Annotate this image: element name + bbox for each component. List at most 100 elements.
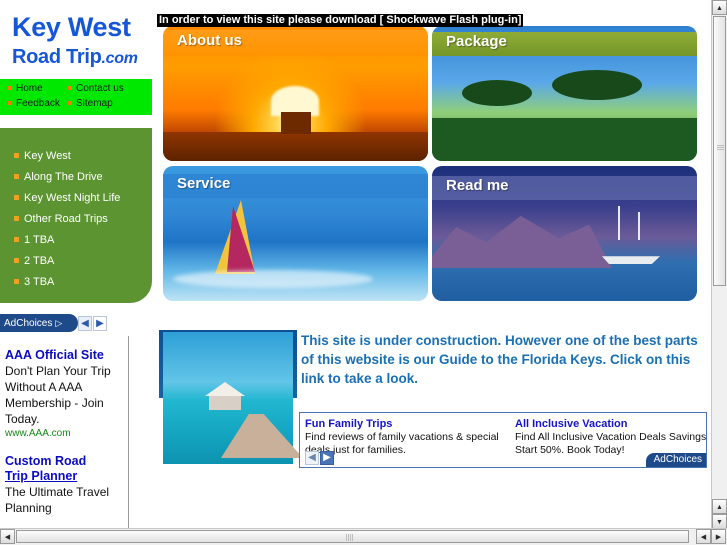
boat-mast-graphic (638, 212, 640, 240)
sidebar-item-other-road-trips[interactable]: Other Road Trips (14, 213, 108, 225)
hut-roof-graphic (205, 382, 245, 396)
sidebar-item-along-the-drive[interactable]: Along The Drive (14, 171, 103, 183)
tile-about-us-label: About us (177, 32, 242, 49)
side-ad-2-title-line-1[interactable]: Custom Road (5, 454, 127, 469)
grip-icon (717, 145, 724, 150)
nav-item-feedback-label: Feedback (16, 98, 60, 109)
nav-item-home-label: Home (16, 83, 43, 94)
sidebar-menu: Key West Along The Drive Key West Night … (0, 128, 152, 303)
hut-graphic (209, 394, 241, 410)
sidebar-item-key-west[interactable]: Key West (14, 150, 71, 162)
bullet-icon (8, 101, 12, 105)
vertical-scrollbar[interactable]: ▲ ▲ ▼ (711, 0, 727, 530)
pier-photo (163, 332, 303, 464)
intro-paragraph: This site is under construction. However… (301, 333, 698, 386)
nav-item-sitemap[interactable]: Sitemap (68, 98, 113, 109)
main-content: In order to view this site please downlo… (155, 0, 712, 528)
bullet-icon (14, 195, 19, 200)
scroll-up-button[interactable]: ▲ (712, 0, 727, 15)
sea-band-graphic (163, 132, 428, 161)
bullet-icon (14, 216, 19, 221)
tile-package[interactable]: Package (432, 26, 697, 161)
bullet-icon (14, 174, 19, 179)
nav-item-contact-us[interactable]: Contact us (68, 83, 124, 94)
nav-item-home[interactable]: Home (8, 83, 43, 94)
side-ad-header: AdChoices ▷ ◀ ▶ (0, 314, 152, 332)
nav-item-contact-us-label: Contact us (76, 83, 124, 94)
horizontal-scrollbar[interactable]: ◀ ◀ ▶ (0, 528, 727, 545)
bottom-ad-right[interactable]: All Inclusive Vacation Find All Inclusiv… (515, 417, 706, 457)
site-logo[interactable]: Key West Road Trip.com (0, 8, 152, 78)
side-ad-prev-button[interactable]: ◀ (78, 316, 92, 331)
vertical-scroll-thumb[interactable] (713, 16, 726, 286)
sidebar-item-key-west-night-life[interactable]: Key West Night Life (14, 192, 120, 204)
sidebar-item-label: 1 TBA (24, 234, 55, 246)
grip-icon (346, 534, 354, 541)
bottom-ad-next-button[interactable]: ▶ (320, 451, 334, 465)
sidebar-item-label: Key West Night Life (24, 192, 121, 204)
sidebar-item-label: 3 TBA (24, 276, 55, 288)
logo-line-1: Key West (12, 12, 131, 42)
side-ad-2[interactable]: Custom Road Trip Planner The Ultimate Tr… (5, 454, 127, 516)
sidebar-item-label: Other Road Trips (24, 213, 108, 225)
flash-plugin-notice[interactable]: In order to view this site please downlo… (157, 14, 524, 27)
nav-item-feedback[interactable]: Feedback (8, 98, 60, 109)
palm-graphic (552, 70, 642, 100)
side-ad-2-body: The Ultimate Travel Planning (5, 485, 110, 515)
sidebar-item-2-tba[interactable]: 2 TBA (14, 255, 54, 267)
side-ad-1-title[interactable]: AAA Official Site (5, 348, 127, 363)
sidebar-item-label: Key West (24, 150, 71, 162)
mountain-graphic (432, 215, 612, 268)
side-ad-1-body: Don't Plan Your Trip Without A AAA Membe… (5, 364, 111, 426)
windsurf-sail-graphic (227, 206, 255, 272)
tile-about-us[interactable]: About us (163, 26, 428, 161)
nav-item-sitemap-label: Sitemap (76, 98, 113, 109)
bottom-ad-nav: ◀ ▶ (305, 451, 334, 467)
side-ad-2-title-line-2[interactable]: Trip Planner (5, 469, 127, 484)
tile-read-me[interactable]: Read me (432, 166, 697, 301)
boat-mast-graphic (618, 206, 620, 240)
bullet-icon (14, 258, 19, 263)
tile-service-label: Service (177, 175, 231, 192)
horizontal-scroll-thumb[interactable] (16, 530, 689, 543)
scroll-up-button-lower[interactable]: ▲ (712, 499, 727, 514)
adchoices-tab[interactable]: AdChoices ▷ (0, 314, 78, 332)
castle-silhouette (281, 112, 311, 134)
top-nav-bar: Home Contact us Feedback Sitemap (0, 79, 152, 115)
tile-service[interactable]: Service (163, 166, 428, 301)
scroll-down-button[interactable]: ▼ (712, 514, 727, 529)
bullet-icon (68, 101, 72, 105)
tile-read-me-label: Read me (446, 177, 509, 194)
side-ad-1-url: www.AAA.com (5, 428, 71, 439)
sidebar-item-3-tba[interactable]: 3 TBA (14, 276, 54, 288)
bottom-ad-left-title[interactable]: Fun Family Trips (305, 417, 510, 431)
water-wake-graphic (173, 270, 373, 288)
bottom-ad-prev-button[interactable]: ◀ (305, 451, 319, 465)
sidebar-item-label: Along The Drive (24, 171, 103, 183)
scroll-left-button-right-group[interactable]: ◀ (696, 529, 711, 544)
triangle-icon: ▷ (55, 318, 63, 328)
bottom-ad-adchoices-badge[interactable]: AdChoices (645, 453, 706, 467)
side-ad-1[interactable]: AAA Official Site Don't Plan Your Trip W… (5, 348, 127, 441)
scroll-right-button[interactable]: ▶ (711, 529, 726, 544)
adchoices-label: AdChoices (4, 318, 53, 329)
logo-com-suffix: .com (101, 50, 138, 67)
scroll-left-button[interactable]: ◀ (0, 529, 15, 544)
logo-line-2-text: Road Trip (12, 46, 102, 68)
bullet-icon (8, 86, 12, 90)
left-column: Key West Road Trip.com Home Contact us F… (0, 0, 155, 528)
sailboat-graphic (602, 256, 660, 264)
sidebar-item-1-tba[interactable]: 1 TBA (14, 234, 54, 246)
sidebar-item-label: 2 TBA (24, 255, 55, 267)
palm-graphic (462, 80, 532, 106)
bullet-icon (14, 279, 19, 284)
logo-line-2: Road Trip.com (12, 46, 138, 69)
tile-package-label: Package (446, 33, 507, 50)
bullet-icon (14, 153, 19, 158)
bottom-ad-left[interactable]: Fun Family Trips Find reviews of family … (305, 417, 510, 457)
page-content: Key West Road Trip.com Home Contact us F… (0, 0, 712, 528)
bullet-icon (14, 237, 19, 242)
bottom-ad-right-title[interactable]: All Inclusive Vacation (515, 417, 706, 431)
side-ad-next-button[interactable]: ▶ (93, 316, 107, 331)
browser-viewport: Key West Road Trip.com Home Contact us F… (0, 0, 727, 545)
